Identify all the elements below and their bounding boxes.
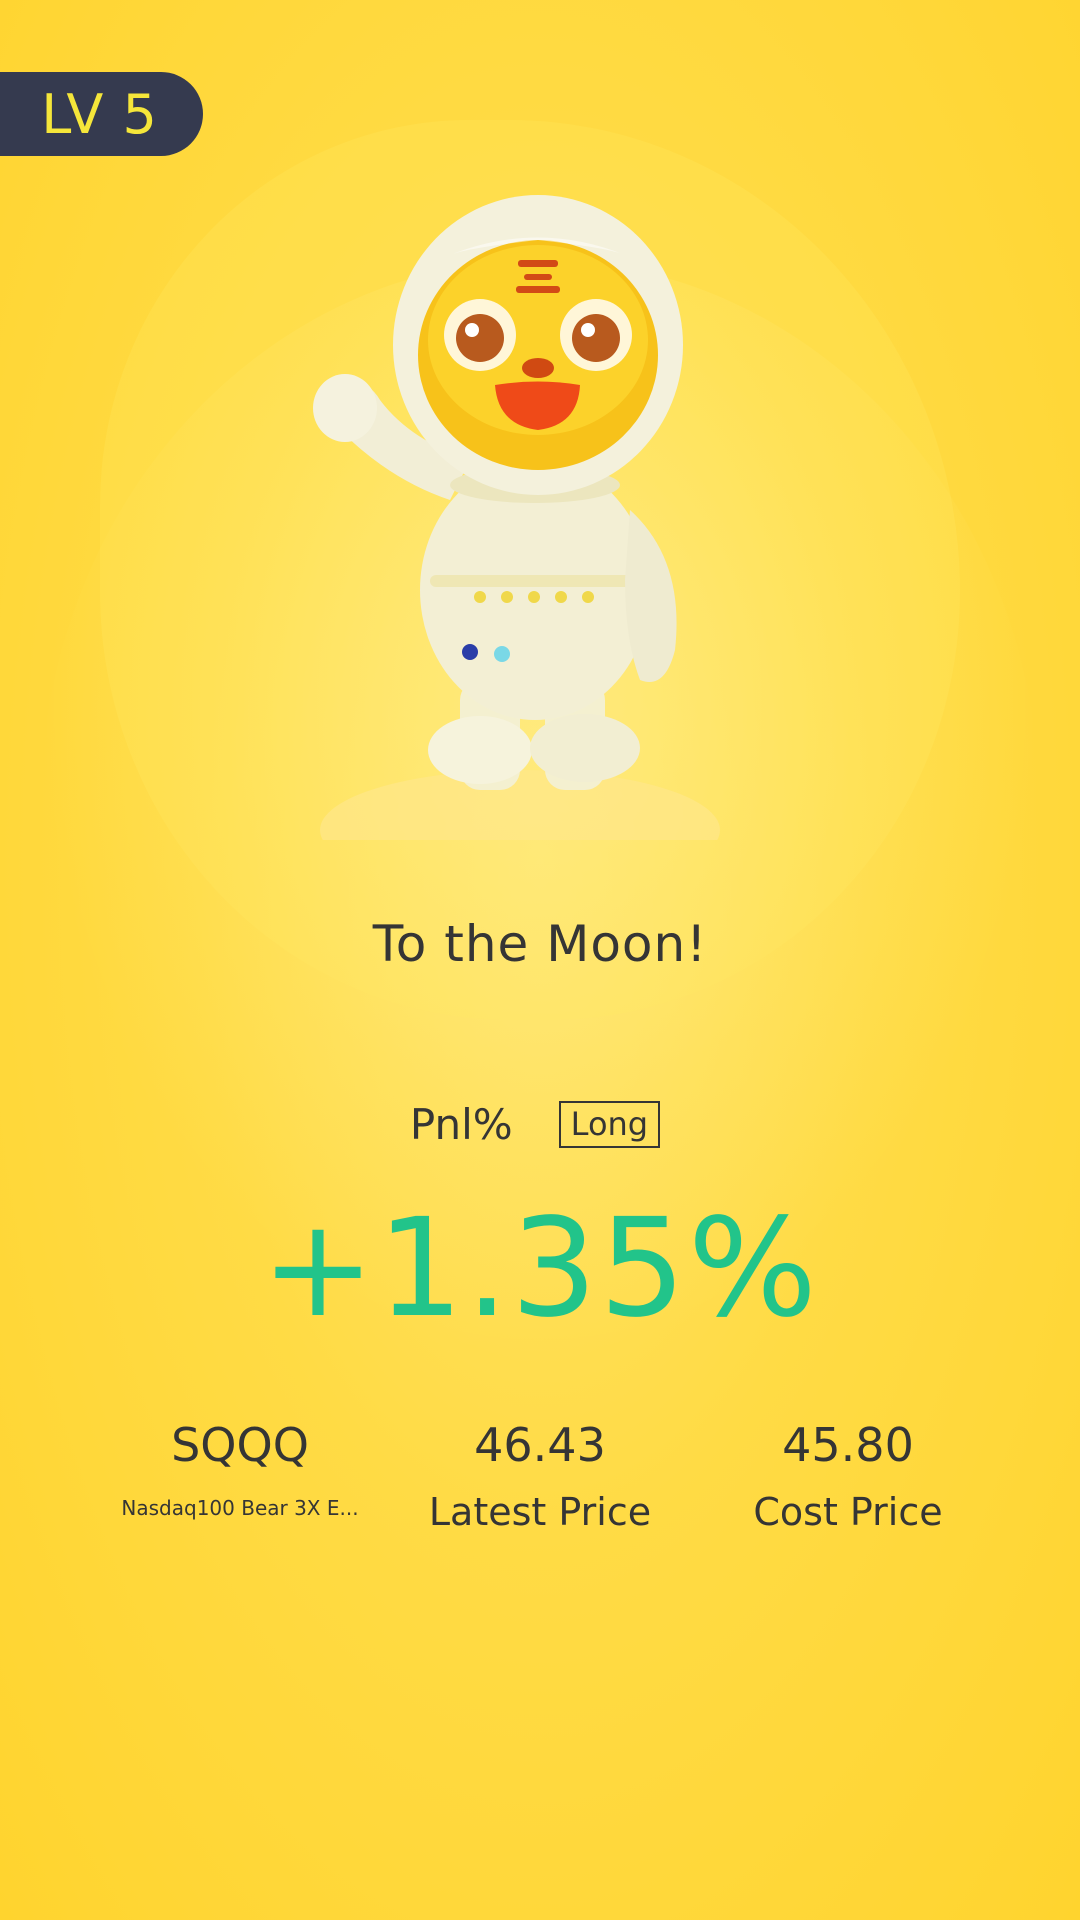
- cost-price-stat: 45.80 Cost Price: [718, 1418, 978, 1534]
- level-badge: LV 5: [0, 72, 203, 156]
- cost-price-value: 45.80: [782, 1418, 914, 1472]
- latest-price-label: Latest Price: [428, 1490, 652, 1534]
- page-title: To the Moon!: [372, 915, 708, 973]
- symbol-name: Nasdaq100 Bear 3X E...: [121, 1496, 359, 1520]
- level-badge-text: LV 5: [41, 82, 158, 146]
- symbol-stat: SQQQ Nasdaq100 Bear 3X E...: [110, 1418, 370, 1520]
- position-direction-tag: Long: [558, 1100, 661, 1149]
- symbol-ticker: SQQQ: [171, 1418, 309, 1472]
- pnl-value: +1.35%: [261, 1190, 819, 1348]
- latest-price-stat: 46.43 Latest Price: [410, 1418, 670, 1534]
- astronaut-tiger-mascot-icon: [313, 195, 720, 840]
- pnl-label: Pnl%: [409, 1100, 513, 1149]
- cost-price-label: Cost Price: [753, 1490, 943, 1534]
- latest-price-value: 46.43: [474, 1418, 606, 1472]
- pnl-header: Pnl% Long: [0, 1100, 1080, 1149]
